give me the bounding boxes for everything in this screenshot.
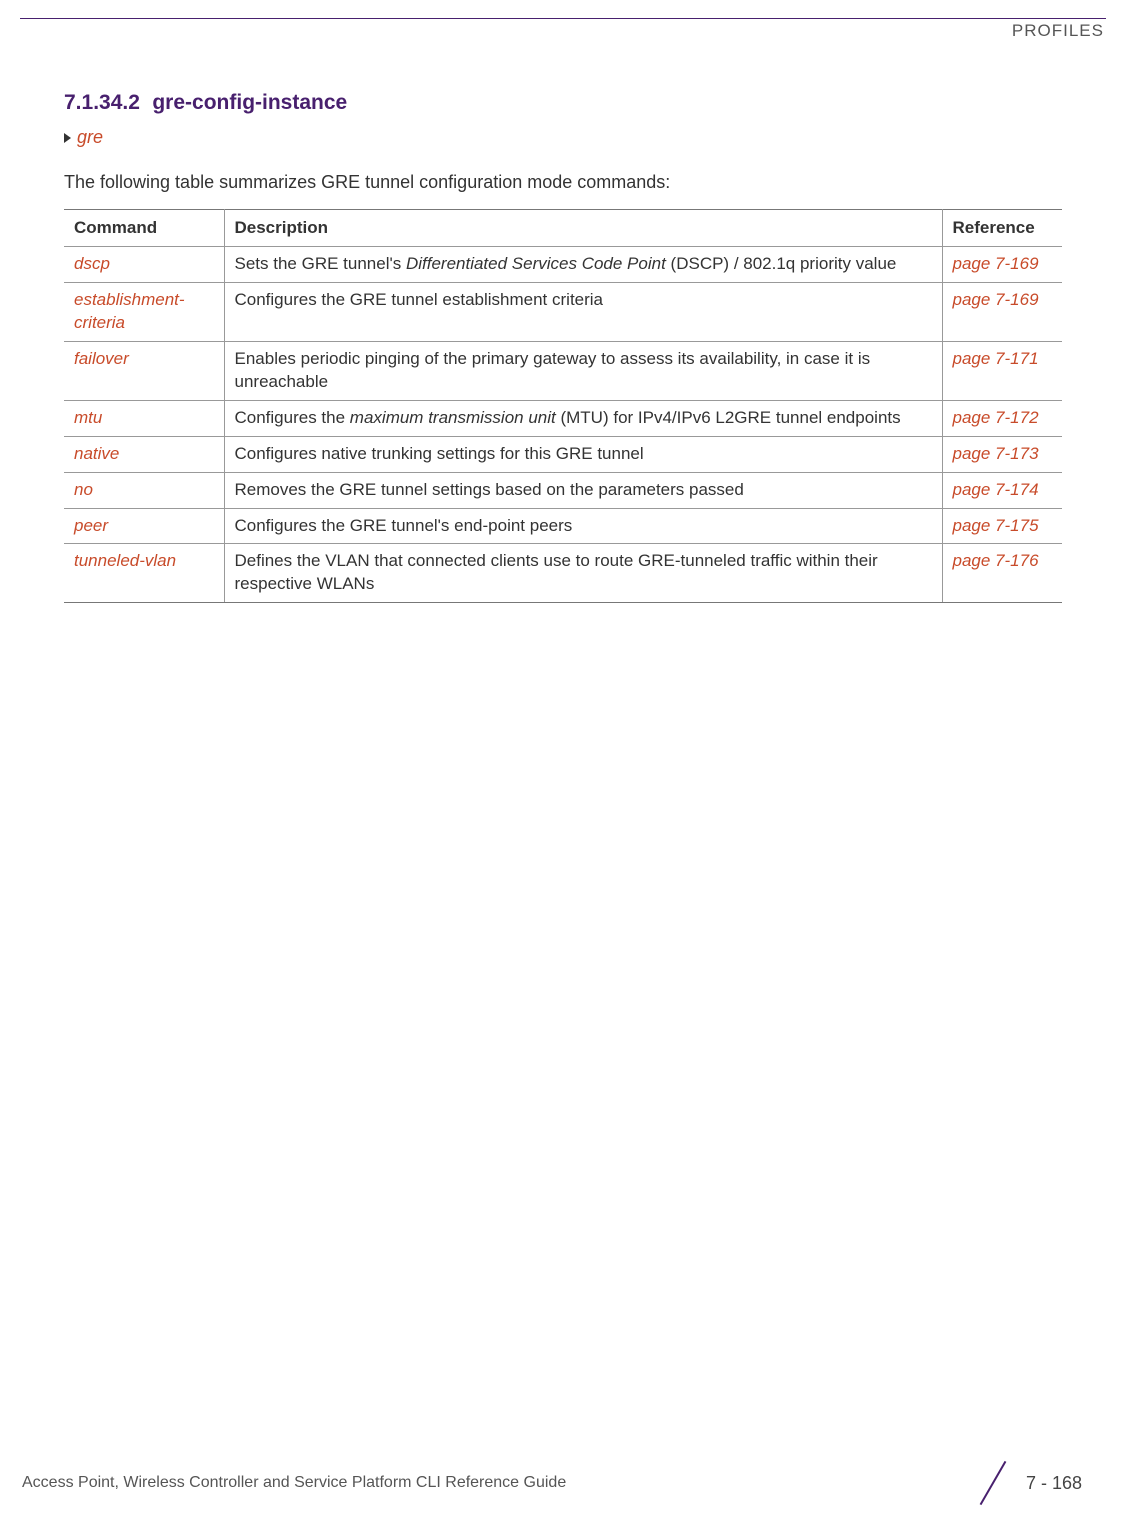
command-link[interactable]: establishment-criteria (64, 282, 224, 341)
command-link[interactable]: no (64, 472, 224, 508)
desc-text: (DSCP) / 802.1q priority value (666, 254, 897, 273)
command-link[interactable]: mtu (64, 400, 224, 436)
col-reference: Reference (942, 210, 1062, 247)
command-description: Removes the GRE tunnel settings based on… (224, 472, 942, 508)
command-description: Sets the GRE tunnel's Differentiated Ser… (224, 247, 942, 283)
command-description: Configures the maximum transmission unit… (224, 400, 942, 436)
footer-guide-title: Access Point, Wireless Controller and Se… (22, 1474, 566, 1492)
col-command: Command (64, 210, 224, 247)
command-link[interactable]: native (64, 436, 224, 472)
commands-table: Command Description Reference dscp Sets … (64, 209, 1062, 603)
desc-text: (MTU) for IPv4/IPv6 L2GRE tunnel endpoin… (556, 408, 901, 427)
table-row: establishment-criteria Configures the GR… (64, 282, 1062, 341)
reference-link[interactable]: page 7-172 (942, 400, 1062, 436)
reference-link[interactable]: page 7-173 (942, 436, 1062, 472)
desc-text: Removes the GRE tunnel settings based on… (235, 480, 744, 499)
intro-text: The following table summarizes GRE tunne… (64, 172, 1062, 193)
footer-page-block: 7 - 168 (972, 1462, 1082, 1504)
command-description: Defines the VLAN that connected clients … (224, 544, 942, 603)
table-header-row: Command Description Reference (64, 210, 1062, 247)
command-description: Configures the GRE tunnel establishment … (224, 282, 942, 341)
desc-italic: maximum transmission unit (350, 408, 556, 427)
slash-icon (972, 1462, 1014, 1504)
breadcrumb: gre (64, 127, 1062, 148)
command-description: Configures native trunking settings for … (224, 436, 942, 472)
page-content: 7.1.34.2 gre-config-instance gre The fol… (0, 41, 1126, 603)
desc-text: Configures the (235, 408, 350, 427)
command-link[interactable]: peer (64, 508, 224, 544)
header-chapter-label: PROFILES (0, 19, 1126, 41)
section-heading: 7.1.34.2 gre-config-instance (64, 91, 1062, 115)
section-title: gre-config-instance (152, 91, 347, 114)
table-row: mtu Configures the maximum transmission … (64, 400, 1062, 436)
desc-text: Sets the GRE tunnel's (235, 254, 406, 273)
table-row: tunneled-vlan Defines the VLAN that conn… (64, 544, 1062, 603)
table-row: failover Enables periodic pinging of the… (64, 341, 1062, 400)
reference-link[interactable]: page 7-174 (942, 472, 1062, 508)
triangle-right-icon (64, 133, 71, 143)
desc-text: Configures the GRE tunnel's end-point pe… (235, 516, 573, 535)
command-link[interactable]: dscp (64, 247, 224, 283)
reference-link[interactable]: page 7-171 (942, 341, 1062, 400)
col-description: Description (224, 210, 942, 247)
desc-text: Defines the VLAN that connected clients … (235, 551, 878, 593)
desc-italic: Differentiated Services Code Point (406, 254, 666, 273)
reference-link[interactable]: page 7-176 (942, 544, 1062, 603)
table-row: no Removes the GRE tunnel settings based… (64, 472, 1062, 508)
section-number: 7.1.34.2 (64, 91, 140, 114)
reference-link[interactable]: page 7-175 (942, 508, 1062, 544)
page-number: 7 - 168 (1026, 1473, 1082, 1494)
reference-link[interactable]: page 7-169 (942, 247, 1062, 283)
reference-link[interactable]: page 7-169 (942, 282, 1062, 341)
command-link[interactable]: tunneled-vlan (64, 544, 224, 603)
desc-text: Configures the GRE tunnel establishment … (235, 290, 604, 309)
desc-text: Configures native trunking settings for … (235, 444, 644, 463)
breadcrumb-link[interactable]: gre (77, 127, 103, 148)
command-description: Enables periodic pinging of the primary … (224, 341, 942, 400)
page-footer: Access Point, Wireless Controller and Se… (0, 1462, 1126, 1504)
table-row: peer Configures the GRE tunnel's end-poi… (64, 508, 1062, 544)
table-row: native Configures native trunking settin… (64, 436, 1062, 472)
table-row: dscp Sets the GRE tunnel's Differentiate… (64, 247, 1062, 283)
desc-text: Enables periodic pinging of the primary … (235, 349, 871, 391)
command-description: Configures the GRE tunnel's end-point pe… (224, 508, 942, 544)
command-link[interactable]: failover (64, 341, 224, 400)
